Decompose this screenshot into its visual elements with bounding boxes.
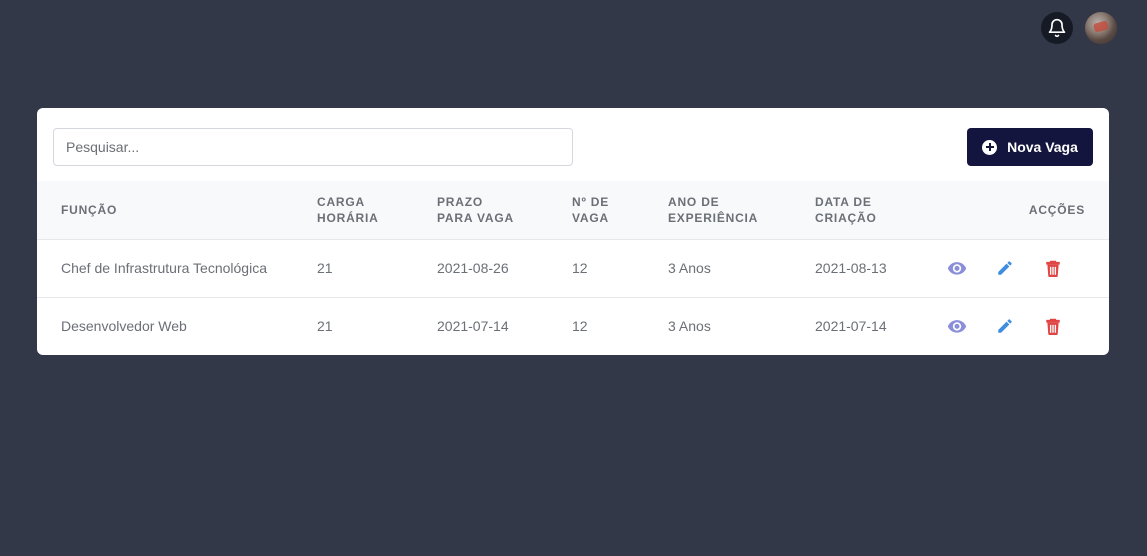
new-job-button[interactable]: Nova Vaga (967, 128, 1093, 166)
notifications-button[interactable] (1041, 12, 1073, 44)
cell-criacao: 2021-07-14 (815, 318, 887, 335)
pencil-icon (998, 261, 1012, 275)
table-row: Chef de Infrastrutura Tecnológica 21 202… (37, 239, 1109, 297)
jobs-table: FUNÇÃO CARGA HORÁRIA PRAZO PARA VAGA Nº … (37, 181, 1109, 355)
cell-funcao: Chef de Infrastrutura Tecnológica (61, 260, 267, 276)
column-header-funcao[interactable]: FUNÇÃO (37, 181, 317, 239)
table-header-row: FUNÇÃO CARGA HORÁRIA PRAZO PARA VAGA Nº … (37, 181, 1109, 239)
pencil-icon (998, 319, 1012, 333)
search-input[interactable] (53, 128, 573, 166)
cell-criacao: 2021-08-13 (815, 260, 887, 276)
edit-button[interactable] (995, 258, 1015, 278)
column-header-accoes: ACÇÕES (1028, 202, 1085, 217)
view-button[interactable] (947, 258, 967, 278)
cell-carga: 21 (317, 318, 333, 335)
cell-vagas: 12 (572, 260, 588, 276)
cell-funcao: Desenvolvedor Web (61, 318, 187, 335)
cell-actions (947, 239, 1109, 297)
cell-experiencia: 3 Anos (668, 260, 711, 276)
column-header-num-vagas[interactable]: Nº DE VAGA (572, 181, 668, 239)
table-row: Desenvolvedor Web 21 2021-07-14 12 3 Ano… (37, 297, 1109, 355)
avatar[interactable] (1085, 12, 1117, 44)
bell-icon (1048, 18, 1066, 38)
edit-button[interactable] (995, 316, 1015, 336)
cell-vagas: 12 (572, 318, 588, 335)
eye-icon (947, 262, 967, 275)
delete-button[interactable] (1043, 316, 1063, 336)
new-job-button-label: Nova Vaga (1007, 139, 1078, 155)
view-button[interactable] (947, 316, 967, 336)
cell-carga: 21 (317, 260, 333, 276)
cell-prazo: 2021-08-26 (437, 260, 509, 276)
top-bar (1041, 12, 1117, 44)
column-header-prazo[interactable]: PRAZO PARA VAGA (437, 181, 572, 239)
column-header-experiencia[interactable]: ANO DE EXPERIÊNCIA (668, 181, 815, 239)
jobs-card: Nova Vaga FUNÇÃO CARGA HORÁRIA PRAZO PAR… (37, 108, 1109, 355)
trash-icon (1046, 318, 1060, 336)
delete-button[interactable] (1043, 258, 1063, 278)
row-actions (947, 316, 1109, 336)
cell-actions (947, 297, 1109, 355)
column-header-data-criacao[interactable]: DATA DE CRIAÇÃO (815, 181, 947, 239)
cell-experiencia: 3 Anos (668, 318, 711, 335)
row-actions (947, 258, 1109, 278)
trash-icon (1046, 260, 1060, 277)
column-header-carga-horaria[interactable]: CARGA HORÁRIA (317, 181, 437, 239)
cell-prazo: 2021-07-14 (437, 318, 509, 335)
plus-circle-icon (982, 139, 998, 155)
eye-icon (947, 320, 967, 333)
